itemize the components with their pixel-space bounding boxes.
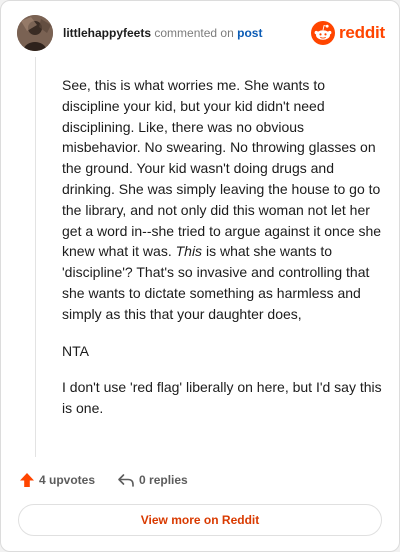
replies-label: 0 replies: [139, 473, 188, 487]
reddit-logo[interactable]: reddit: [310, 21, 385, 45]
post-link[interactable]: post: [237, 26, 262, 40]
view-more-button[interactable]: View more on Reddit: [18, 504, 382, 536]
upvotes-stat[interactable]: 4 upvotes: [19, 472, 95, 488]
comment-stats: 4 upvotes 0 replies: [19, 469, 188, 491]
comment-paragraph: See, this is what worries me. She wants …: [62, 75, 382, 325]
user-avatar[interactable]: [17, 15, 53, 51]
replies-stat[interactable]: 0 replies: [117, 472, 188, 488]
reddit-snoo-icon: [310, 21, 335, 45]
action-text: commented on: [154, 26, 234, 40]
comment-body: See, this is what worries me. She wants …: [62, 75, 382, 435]
comment-emphasis: This: [175, 243, 203, 260]
author-name[interactable]: littlehappyfeets: [63, 26, 151, 40]
comment-paragraph: I don't use 'red flag' liberally on here…: [62, 379, 382, 417]
upvotes-label: 4 upvotes: [39, 473, 96, 487]
comment-text: See, this is what worries me. She wants …: [62, 77, 382, 260]
author-line: littlehappyfeets commented on post: [63, 26, 262, 40]
comment-embed-card: littlehappyfeets commented on post reddi…: [0, 0, 400, 552]
reddit-wordmark: reddit: [338, 23, 385, 42]
comment-header: littlehappyfeets commented on post reddi…: [17, 15, 385, 51]
reply-arrow-icon: [117, 472, 135, 488]
upvote-arrow-icon: [19, 472, 35, 488]
thread-line: [35, 57, 36, 457]
comment-paragraph: NTA: [62, 342, 89, 359]
